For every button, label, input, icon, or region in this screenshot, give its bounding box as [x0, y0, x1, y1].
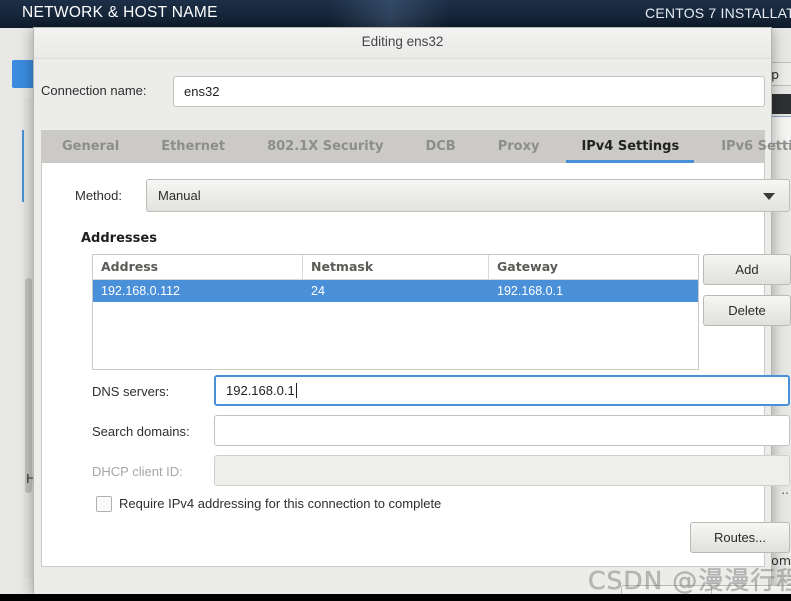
- tab-general[interactable]: General: [41, 130, 140, 163]
- tab-ipv4-settings[interactable]: IPv4 Settings: [560, 130, 700, 163]
- dialog-titlebar: Editing ens32: [34, 28, 771, 59]
- table-row[interactable]: 192.168.0.112 24 192.168.0.1: [93, 280, 698, 302]
- dialog-title: Editing ens32: [361, 34, 444, 49]
- connection-name-row: Connection name:: [34, 76, 773, 108]
- tab-ipv6-settings[interactable]: IPv6 Settings: [700, 130, 791, 163]
- routes-button[interactable]: Routes...: [690, 522, 790, 553]
- column-header-netmask: Netmask: [303, 255, 489, 279]
- dns-servers-label: DNS servers:: [92, 384, 170, 399]
- connection-name-label: Connection name:: [41, 83, 147, 98]
- screen-bottom-bar: [0, 594, 791, 601]
- require-ipv4-label: Require IPv4 addressing for this connect…: [119, 496, 442, 511]
- tab-dcb[interactable]: DCB: [404, 130, 476, 163]
- chevron-down-icon: [763, 193, 775, 200]
- delete-address-button[interactable]: Delete: [703, 295, 791, 326]
- addresses-section-title: Addresses: [81, 231, 157, 246]
- search-domains-label: Search domains:: [92, 424, 190, 439]
- cell-address: 192.168.0.112: [101, 284, 181, 298]
- installer-header: NETWORK & HOST NAME CENTOS 7 INSTALLATI: [0, 0, 791, 28]
- tab-8021x-security[interactable]: 802.1X Security: [246, 130, 404, 163]
- text-caret: [295, 383, 297, 398]
- editing-connection-dialog: Editing ens32 Connection name: General E…: [33, 27, 791, 601]
- column-header-gateway: Gateway: [497, 259, 558, 274]
- dhcp-client-id-input: [214, 455, 790, 486]
- dhcp-client-id-label: DHCP client ID:: [92, 464, 183, 479]
- settings-tabbar: General Ethernet 802.1X Security DCB Pro…: [41, 130, 791, 163]
- dns-servers-input[interactable]: 192.168.0.1: [214, 375, 790, 406]
- search-domains-input[interactable]: [214, 415, 790, 446]
- connection-name-input[interactable]: [173, 76, 765, 107]
- cell-netmask: 24: [311, 284, 325, 298]
- tab-proxy[interactable]: Proxy: [477, 130, 561, 163]
- background-scrollbar-thumb[interactable]: [25, 278, 32, 493]
- background-om-label: om: [771, 553, 791, 568]
- method-label: Method:: [75, 188, 122, 203]
- require-ipv4-checkbox[interactable]: [96, 496, 112, 512]
- method-dropdown[interactable]: Manual: [146, 179, 790, 212]
- method-selected-value: Manual: [158, 188, 201, 203]
- addresses-table-header: Address Netmask Gateway: [93, 255, 698, 280]
- cell-gateway: 192.168.0.1: [497, 284, 564, 298]
- screen-root: H elp .. om NETWORK & HOST NAME CENTOS 7…: [0, 0, 791, 601]
- add-address-button[interactable]: Add: [703, 254, 791, 285]
- column-header-address: Address: [93, 255, 303, 279]
- dns-servers-value: 192.168.0.1: [226, 383, 295, 398]
- page-title: NETWORK & HOST NAME: [22, 4, 218, 21]
- addresses-table[interactable]: Address Netmask Gateway 192.168.0.112 24…: [92, 254, 699, 370]
- tab-ethernet[interactable]: Ethernet: [140, 130, 246, 163]
- installer-brand: CENTOS 7 INSTALLATI: [645, 5, 791, 21]
